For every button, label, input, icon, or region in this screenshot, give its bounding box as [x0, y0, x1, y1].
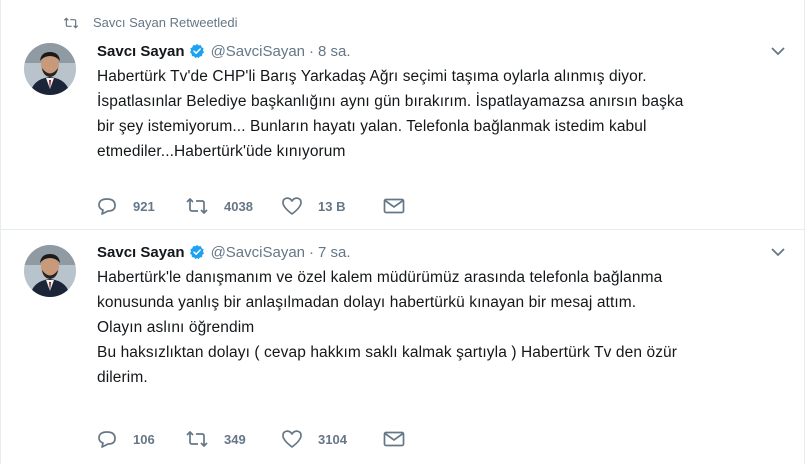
avatar-image — [24, 245, 76, 297]
tweet-content: Savcı Sayan @SavciSayan · 7 sa. Habertür… — [97, 241, 786, 390]
retweet-icon — [63, 16, 79, 29]
tweet-header: Savcı Sayan @SavciSayan · 7 sa. — [97, 241, 786, 263]
tweet-text-line: bir şey istemiyorum... Bunların hayatı y… — [97, 118, 647, 135]
tweet-header: Savcı Sayan @SavciSayan · 8 sa. — [97, 40, 786, 62]
separator-dot: · — [309, 42, 315, 60]
timeline: Savcı Sayan Retweetledi Savcı Sayan @Sav… — [0, 0, 805, 464]
like-count: 13 B — [318, 198, 346, 214]
tweet-actions: 106 349 3104 — [97, 429, 405, 449]
tweet-actions: 921 4038 13 B — [97, 196, 405, 216]
author-name[interactable]: Savcı Sayan — [97, 244, 185, 261]
author-handle[interactable]: @SavciSayan — [211, 244, 305, 261]
reply-icon — [98, 198, 116, 215]
tweet[interactable]: Savcı Sayan @SavciSayan · 7 sa. Habertür… — [1, 231, 805, 464]
tweet-text-line: konusunda yanlış bir anlaşılmadan dolayı… — [97, 294, 637, 311]
retweet-context: Savcı Sayan Retweetledi — [63, 15, 238, 30]
like-button[interactable]: 3104 — [281, 429, 383, 449]
chevron-down-icon[interactable] — [770, 46, 786, 56]
retweet-button[interactable]: 4038 — [185, 198, 281, 214]
direct-message-button[interactable] — [383, 198, 405, 214]
reply-button[interactable]: 921 — [97, 197, 185, 215]
retweet-icon — [186, 431, 208, 447]
tweet[interactable]: Savcı Sayan Retweetledi Savcı Sayan @Sav… — [1, 0, 805, 230]
avatar[interactable] — [24, 43, 76, 95]
retweet-icon — [186, 198, 208, 214]
author-name[interactable]: Savcı Sayan — [97, 43, 185, 60]
tweet-timestamp[interactable]: 7 sa. — [318, 244, 351, 261]
tweet-text-line: İspatlasınlar Belediye başkanlığını aynı… — [97, 93, 684, 110]
reply-count: 921 — [133, 198, 155, 214]
tweet-timestamp[interactable]: 8 sa. — [318, 43, 351, 60]
reply-icon — [98, 431, 116, 448]
tweet-text-line: Habertürk'le danışmanım ve özel kalem mü… — [97, 269, 663, 286]
envelope-icon — [383, 198, 405, 214]
heart-icon — [282, 197, 302, 215]
tweet-text-line: etmediler...Habertürk'üde kınıyorum — [97, 143, 346, 160]
avatar-image — [24, 43, 76, 95]
reply-button[interactable]: 106 — [97, 430, 185, 448]
verified-badge-icon — [189, 245, 204, 260]
heart-icon — [282, 430, 302, 448]
separator-dot: · — [309, 243, 315, 261]
envelope-icon — [383, 431, 405, 447]
author-handle[interactable]: @SavciSayan — [211, 43, 305, 60]
retweet-count: 349 — [224, 431, 246, 447]
reply-count: 106 — [133, 431, 155, 447]
tweet-text-line: Habertürk Tv'de CHP'li Barış Yarkadaş Ağ… — [97, 68, 647, 85]
retweet-button[interactable]: 349 — [185, 431, 281, 447]
retweet-context-label[interactable]: Savcı Sayan Retweetledi — [93, 15, 238, 30]
tweet-text: Habertürk Tv'de CHP'li Barış Yarkadaş Ağ… — [97, 64, 786, 164]
tweet-text-line: dilerim. — [97, 369, 148, 386]
verified-badge-icon — [189, 44, 204, 59]
like-count: 3104 — [318, 431, 347, 447]
tweet-text-line: Olayın aslını öğrendim — [97, 319, 255, 336]
tweet-text: Habertürk'le danışmanım ve özel kalem mü… — [97, 265, 786, 390]
tweet-text-line: Bu haksızlıktan dolayı ( cevap hakkım sa… — [97, 344, 678, 361]
avatar[interactable] — [24, 245, 76, 297]
tweet-content: Savcı Sayan @SavciSayan · 8 sa. Habertür… — [97, 40, 786, 164]
direct-message-button[interactable] — [383, 431, 405, 447]
like-button[interactable]: 13 B — [281, 196, 383, 216]
chevron-down-icon[interactable] — [770, 247, 786, 257]
retweet-count: 4038 — [224, 198, 253, 214]
